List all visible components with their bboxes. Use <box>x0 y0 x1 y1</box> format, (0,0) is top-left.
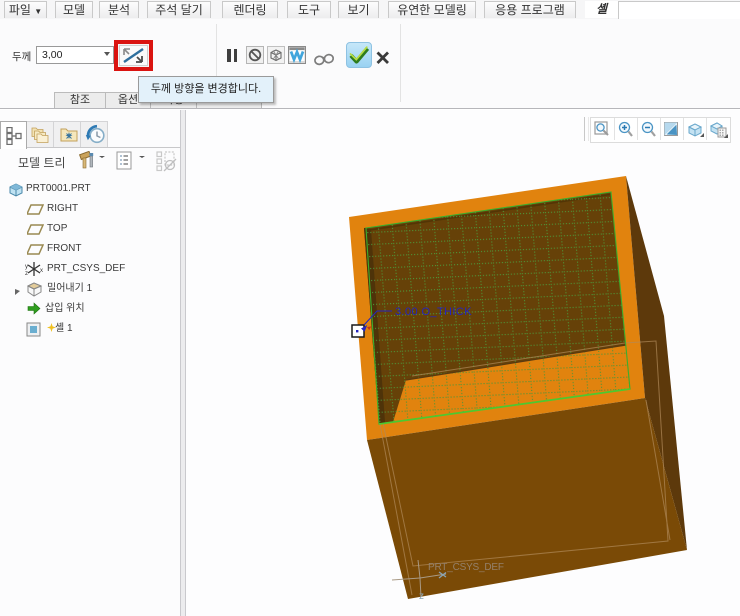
svg-text:y: y <box>25 264 28 270</box>
svg-text:x: x <box>40 268 43 274</box>
svg-text:z: z <box>419 591 424 602</box>
svg-text:PRT_CSYS_DEF: PRT_CSYS_DEF <box>428 562 504 573</box>
svg-text:z: z <box>25 271 28 277</box>
svg-text:3.00 O_THICK: 3.00 O_THICK <box>395 306 472 318</box>
